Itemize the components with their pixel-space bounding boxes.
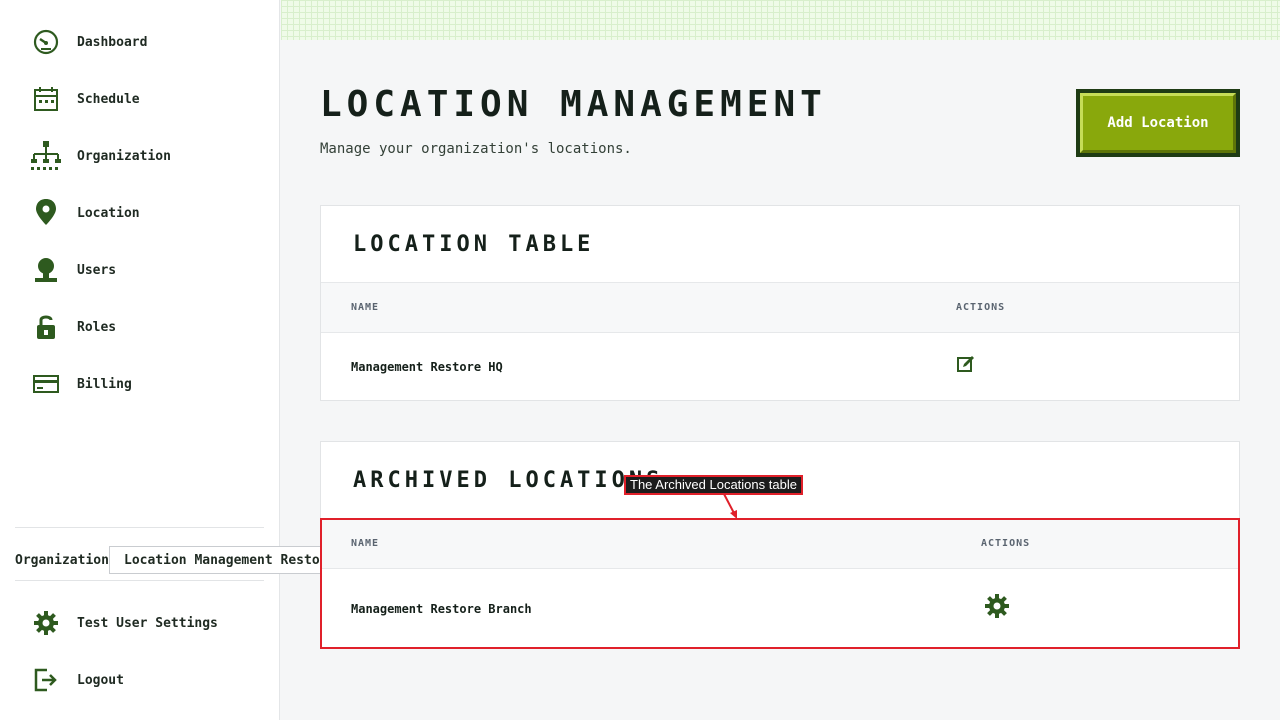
logout-icon xyxy=(30,664,62,696)
page-subtitle: Manage your organization's locations. xyxy=(320,141,632,157)
org-chart-icon xyxy=(30,140,62,172)
gear-icon[interactable] xyxy=(984,593,1010,623)
org-label: Organization xyxy=(15,552,109,568)
page-title: Location Management xyxy=(320,84,827,125)
map-pin-icon xyxy=(30,197,62,229)
sidebar-divider xyxy=(15,580,264,581)
sidebar-item-label: Test User Settings xyxy=(77,615,218,631)
column-header-name: NAME xyxy=(351,538,380,549)
add-location-button[interactable]: Add Location xyxy=(1076,89,1240,157)
sidebar-item-billing[interactable]: Billing xyxy=(30,368,132,400)
org-selector-row: Organization xyxy=(15,546,109,574)
sidebar-item-label: Billing xyxy=(77,376,132,392)
edit-icon[interactable] xyxy=(957,355,975,377)
sidebar-item-label: Organization xyxy=(77,148,171,164)
top-pattern-strip xyxy=(281,0,1280,40)
column-header-name: NAME xyxy=(351,302,380,313)
sidebar: Dashboard Schedule Organization Location… xyxy=(0,0,280,720)
archived-location-name-cell: Management Restore Branch xyxy=(351,602,532,616)
gear-icon xyxy=(30,607,62,639)
column-header-actions: ACTIONS xyxy=(956,302,1006,313)
annotation-arrow xyxy=(723,493,737,519)
calendar-icon xyxy=(30,83,62,115)
lock-icon xyxy=(30,311,62,343)
archived-table-header: NAME ACTIONS xyxy=(321,518,1239,569)
annotation-callout: The Archived Locations table xyxy=(624,475,803,495)
sidebar-item-label: Roles xyxy=(77,319,117,335)
sidebar-item-label: Location xyxy=(77,205,140,221)
credit-card-icon xyxy=(30,368,62,400)
sidebar-divider xyxy=(15,527,264,528)
sidebar-item-schedule[interactable]: Schedule xyxy=(30,83,140,115)
column-header-actions: ACTIONS xyxy=(981,538,1031,549)
sidebar-item-organization[interactable]: Organization xyxy=(30,140,171,172)
sidebar-item-users[interactable]: Users xyxy=(30,254,116,286)
sidebar-item-logout[interactable]: Logout xyxy=(30,664,124,696)
sidebar-item-roles[interactable]: Roles xyxy=(30,311,116,343)
sidebar-item-location[interactable]: Location xyxy=(30,197,140,229)
sidebar-item-label: Schedule xyxy=(77,91,140,107)
add-location-label: Add Location xyxy=(1107,115,1209,131)
archived-locations-title: Archived Locations xyxy=(353,468,664,493)
sidebar-item-label: Dashboard xyxy=(77,34,148,50)
sidebar-item-label: Logout xyxy=(77,672,124,688)
location-table-card: Location Table NAME ACTIONS Management R… xyxy=(320,205,1240,401)
location-name-cell: Management Restore HQ xyxy=(351,360,503,374)
sidebar-item-dashboard[interactable]: Dashboard xyxy=(30,26,147,58)
location-table-title: Location Table xyxy=(353,232,595,257)
sidebar-item-label: Users xyxy=(77,262,117,278)
user-icon xyxy=(30,254,62,286)
archived-locations-card: Archived Locations NAME ACTIONS Manageme… xyxy=(320,441,1240,649)
sidebar-item-settings[interactable]: Test User Settings xyxy=(30,607,218,639)
location-table-header: NAME ACTIONS xyxy=(321,282,1239,333)
dashboard-gauge-icon xyxy=(30,26,62,58)
